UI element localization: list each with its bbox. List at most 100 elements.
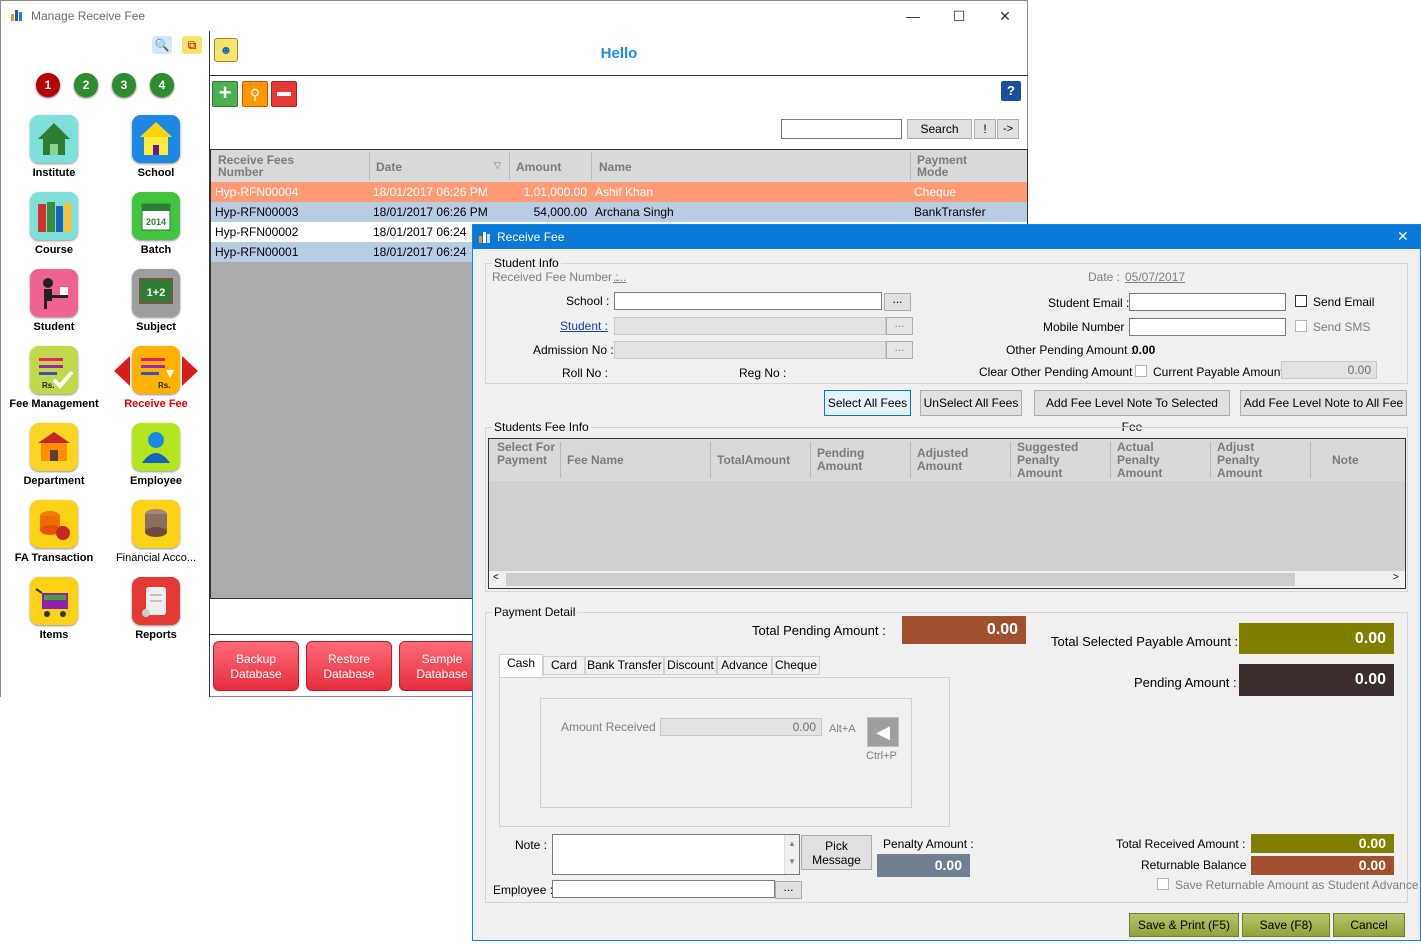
student-link[interactable]: Student : [560, 319, 608, 333]
tab-bank-transfer[interactable]: Bank Transfer [585, 656, 664, 675]
student-email-field[interactable] [1129, 293, 1286, 311]
column-header[interactable]: TotalAmount [717, 454, 790, 467]
student-browse-button: ... [886, 317, 913, 335]
column-header[interactable]: Suggested Penalty Amount [1017, 441, 1097, 480]
current-payable-field: 0.00 [1281, 361, 1377, 379]
search-button[interactable]: Search [907, 119, 972, 139]
fee-grid: Select For Payment Fee Name TotalAmount … [488, 438, 1406, 589]
add-button[interactable]: + [212, 81, 238, 107]
search-record-icon[interactable]: ⚲ [242, 81, 268, 107]
sidebar-item-batch[interactable]: 2014 Batch [106, 192, 206, 256]
sidebar-item-fee-management[interactable]: Rs. Fee Management [4, 346, 104, 410]
minimize-button[interactable]: — [890, 1, 936, 31]
sidebar-item-reports[interactable]: Reports [106, 577, 206, 641]
step-1[interactable]: 1 [36, 73, 60, 97]
help-icon[interactable]: ? [1001, 81, 1021, 101]
next-button[interactable]: -> [997, 119, 1019, 139]
unselect-all-fees-button[interactable]: UnSelect All Fees [920, 390, 1022, 416]
column-header[interactable]: Fee Name [567, 454, 624, 467]
pick-message-button[interactable]: Pick Message [801, 835, 872, 870]
column-header[interactable]: Receive Fees Number [218, 154, 338, 178]
date-value[interactable]: 05/07/2017 [1125, 270, 1185, 284]
send-email-checkbox[interactable] [1295, 295, 1307, 307]
school-field[interactable] [614, 292, 882, 310]
note-scrollbar[interactable]: ▲ ▼ [784, 835, 799, 874]
windows-icon[interactable]: ⧉ [182, 36, 202, 54]
save-button[interactable]: Save (F8) [1242, 913, 1330, 937]
sidebar-item-school[interactable]: School [106, 115, 206, 179]
column-header[interactable]: Amount [516, 161, 561, 173]
scroll-right-icon[interactable]: > [1393, 572, 1399, 583]
total-selected-payable-value: 0.00 [1239, 623, 1394, 654]
group-title: Students Fee Info [492, 420, 591, 434]
search-icon[interactable]: 🔍 [152, 36, 172, 54]
add-note-all-button[interactable]: Add Fee Level Note to All Fee [1240, 390, 1407, 416]
delete-button[interactable] [271, 81, 297, 107]
sidebar-item-label: Reports [135, 629, 177, 641]
clear-other-pending-checkbox[interactable] [1135, 365, 1147, 377]
school-browse-button[interactable]: ... [884, 293, 911, 311]
step-4[interactable]: 4 [150, 73, 174, 97]
app-logo-icon [11, 10, 23, 21]
returnable-balance-label: Returnable Balance : [1141, 858, 1254, 872]
sidebar-item-institute[interactable]: Institute [4, 115, 104, 179]
table-row[interactable]: Hyp-RFN00004 18/01/2017 06:26 PM 1,01,00… [211, 182, 1027, 202]
svg-text:1+2: 1+2 [147, 287, 166, 299]
column-header[interactable]: Adjust Penalty Amount [1217, 441, 1277, 480]
tab-card[interactable]: Card [543, 656, 585, 675]
scroll-left-icon[interactable]: < [493, 572, 499, 583]
sidebar-item-student[interactable]: Student [4, 269, 104, 333]
step-2[interactable]: 2 [74, 73, 98, 97]
column-header[interactable]: Payment Mode [917, 154, 997, 178]
save-returnable-checkbox[interactable] [1157, 878, 1169, 890]
restore-database-button[interactable]: Restore Database [306, 641, 392, 691]
dialog-title-bar: Receive Fee ✕ [473, 225, 1420, 249]
close-button[interactable]: ✕ [982, 1, 1028, 31]
sidebar-item-employee[interactable]: Employee [106, 423, 206, 487]
scrollbar-thumb[interactable] [506, 573, 1295, 586]
sidebar-item-fa-transaction[interactable]: FA Transaction [4, 500, 104, 564]
back-arrow-icon[interactable]: ◀ [867, 717, 899, 747]
sidebar-item-receive-fee[interactable]: Rs. Receive Fee [106, 346, 206, 410]
other-pending-label: Other Pending Amount : [1006, 343, 1135, 357]
column-header[interactable]: Adjusted Amount [917, 447, 987, 473]
add-note-selected-button[interactable]: Add Fee Level Note To Selected Fee [1034, 390, 1230, 434]
sidebar-item-financial-accounts[interactable]: Financial Acco... [106, 500, 206, 564]
tab-cheque[interactable]: Cheque [772, 656, 820, 675]
send-sms-label: Send SMS [1313, 320, 1371, 334]
column-header[interactable]: Pending Amount [817, 447, 887, 473]
sidebar-item-course[interactable]: Course [4, 192, 104, 256]
column-header[interactable]: Select For Payment [497, 441, 557, 467]
column-header[interactable]: Name [599, 161, 632, 173]
received-fee-number-value: .... [613, 270, 627, 284]
cancel-button[interactable]: Cancel [1333, 913, 1405, 937]
tab-cash[interactable]: Cash [499, 654, 543, 677]
column-header[interactable]: Note [1332, 454, 1359, 467]
employee-label: Employee : [493, 883, 554, 897]
bang-button[interactable]: ! [974, 119, 996, 139]
dialog-close-button[interactable]: ✕ [1397, 228, 1409, 245]
select-all-fees-button[interactable]: Select All Fees [824, 390, 911, 416]
note-field[interactable]: ▲ ▼ [552, 834, 800, 875]
total-pending-value: 0.00 [902, 616, 1026, 644]
employee-browse-button[interactable]: ... [775, 881, 802, 899]
mobile-number-field[interactable] [1129, 318, 1286, 336]
tab-discount[interactable]: Discount [664, 656, 717, 675]
tab-advance[interactable]: Advance [717, 656, 772, 675]
sidebar-item-subject[interactable]: 1+2 Subject [106, 269, 206, 333]
sidebar-item-items[interactable]: Items [4, 577, 104, 641]
school-label: School : [566, 294, 610, 308]
backup-database-button[interactable]: Backup Database [213, 641, 299, 691]
sidebar-item-department[interactable]: Department [4, 423, 104, 487]
step-3[interactable]: 3 [112, 73, 136, 97]
column-header[interactable]: Date [376, 161, 402, 173]
table-row[interactable]: Hyp-RFN00003 18/01/2017 06:26 PM 54,000.… [211, 202, 1027, 222]
reg-no-label: Reg No : [739, 366, 787, 380]
employee-field[interactable] [552, 880, 775, 898]
horizontal-scrollbar[interactable]: < > [489, 571, 1405, 588]
group-title: Student Info [492, 256, 561, 270]
column-header[interactable]: Actual Penalty Amount [1117, 441, 1177, 480]
save-and-print-button[interactable]: Save & Print (F5) [1129, 913, 1239, 937]
search-input[interactable] [781, 119, 902, 139]
maximize-button[interactable]: ☐ [936, 1, 982, 31]
